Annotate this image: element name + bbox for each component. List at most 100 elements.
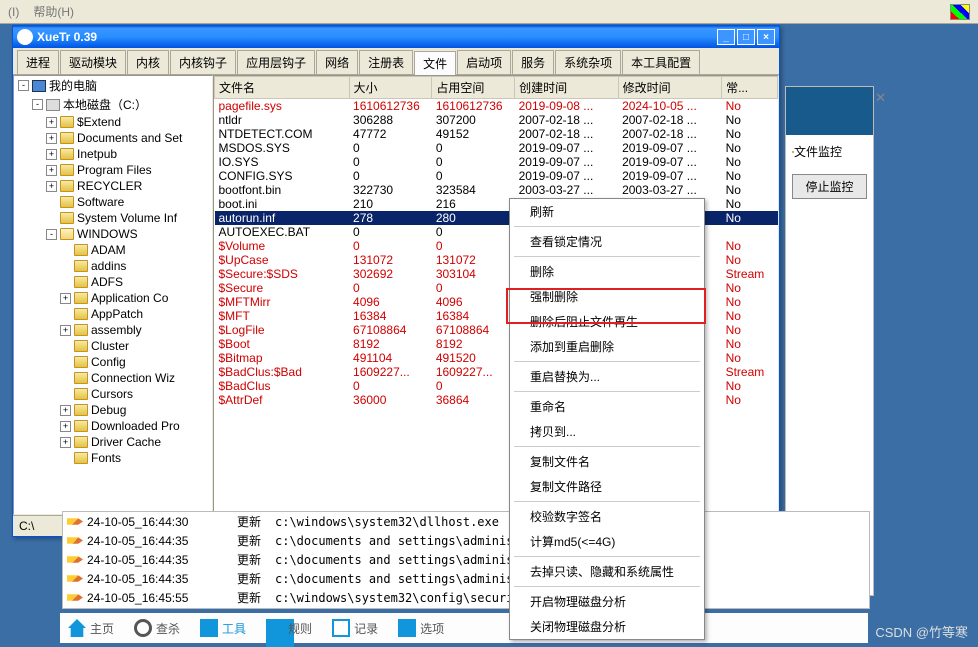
expand-icon[interactable]: +: [46, 165, 57, 176]
nav-opt[interactable]: 选项: [398, 619, 444, 637]
titlebar[interactable]: XueTr 0.39 _ □ ×: [13, 26, 779, 48]
tab-启动项[interactable]: 启动项: [457, 50, 511, 74]
tree-item[interactable]: +Application Co: [14, 290, 212, 306]
menu-item[interactable]: 去掉只读、隐藏和系统属性: [510, 559, 704, 584]
log-row[interactable]: 24-10-05_16:44:30更新c:\windows\system32\d…: [63, 512, 869, 531]
nav-log[interactable]: 记录: [332, 619, 378, 637]
expand-icon[interactable]: [60, 373, 71, 384]
tree-item[interactable]: +assembly: [14, 322, 212, 338]
expand-icon[interactable]: [60, 389, 71, 400]
table-row[interactable]: ntldr3062883072002007-02-18 ...2007-02-1…: [215, 113, 778, 127]
tree-item[interactable]: ADFS: [14, 274, 212, 290]
tree-item[interactable]: Cluster: [14, 338, 212, 354]
column-header[interactable]: 常...: [722, 77, 778, 99]
expand-icon[interactable]: +: [60, 405, 71, 416]
menu-item[interactable]: 添加到重启删除: [510, 334, 704, 359]
tree-item[interactable]: -本地磁盘（C:）: [14, 95, 212, 114]
menu-item[interactable]: (I): [8, 5, 19, 19]
menu-item[interactable]: 校验数字签名: [510, 504, 704, 529]
tab-内核钩子[interactable]: 内核钩子: [170, 50, 236, 74]
table-row[interactable]: MSDOS.SYS002019-09-07 ...2019-09-07 ...N…: [215, 141, 778, 155]
tree-panel[interactable]: -我的电脑-本地磁盘（C:）+$Extend+Documents and Set…: [13, 75, 213, 515]
tree-item[interactable]: +Inetpub: [14, 146, 212, 162]
tree-item[interactable]: Software: [14, 194, 212, 210]
log-row[interactable]: 24-10-05_16:44:35更新c:\documents and sett…: [63, 531, 869, 550]
column-header[interactable]: 占用空间: [432, 77, 515, 99]
expand-icon[interactable]: +: [46, 181, 57, 192]
menu-item[interactable]: 开启物理磁盘分析: [510, 589, 704, 614]
expand-icon[interactable]: -: [18, 80, 29, 91]
expand-icon[interactable]: -: [46, 229, 57, 240]
tree-item[interactable]: addins: [14, 258, 212, 274]
menu-item[interactable]: 计算md5(<=4G): [510, 529, 704, 554]
tree-item[interactable]: Fonts: [14, 450, 212, 466]
tab-驱动模块[interactable]: 驱动模块: [60, 50, 126, 74]
tab-网络[interactable]: 网络: [316, 50, 358, 74]
tree-item[interactable]: Connection Wiz: [14, 370, 212, 386]
nav-home[interactable]: 主页: [68, 619, 114, 637]
tree-item[interactable]: +Program Files: [14, 162, 212, 178]
tab-本工具配置[interactable]: 本工具配置: [622, 50, 700, 74]
tree-item[interactable]: -WINDOWS: [14, 226, 212, 242]
tree-item[interactable]: +Driver Cache: [14, 434, 212, 450]
menu-item[interactable]: 刷新: [510, 199, 704, 224]
expand-icon[interactable]: [60, 453, 71, 464]
close-button[interactable]: ×: [757, 29, 775, 45]
menu-item[interactable]: 复制文件路径: [510, 474, 704, 499]
tree-item[interactable]: AppPatch: [14, 306, 212, 322]
tab-注册表[interactable]: 注册表: [359, 50, 413, 74]
expand-icon[interactable]: -: [32, 99, 43, 110]
tab-进程[interactable]: 进程: [17, 50, 59, 74]
menu-item[interactable]: 帮助(H): [33, 3, 74, 20]
tab-文件[interactable]: 文件: [414, 51, 456, 75]
menu-item[interactable]: 删除: [510, 259, 704, 284]
stop-monitor-button[interactable]: 停止监控: [792, 174, 867, 199]
log-row[interactable]: 24-10-05_16:45:55更新c:\windows\system32\c…: [63, 588, 869, 607]
tree-item[interactable]: ADAM: [14, 242, 212, 258]
table-row[interactable]: CONFIG.SYS002019-09-07 ...2019-09-07 ...…: [215, 169, 778, 183]
log-panel[interactable]: 24-10-05_16:44:30更新c:\windows\system32\d…: [62, 511, 870, 609]
tree-item[interactable]: +Debug: [14, 402, 212, 418]
tree-item[interactable]: Config: [14, 354, 212, 370]
expand-icon[interactable]: [60, 245, 71, 256]
menu-item[interactable]: 重命名: [510, 394, 704, 419]
nav-tool[interactable]: 工具: [200, 619, 246, 637]
menu-item[interactable]: 强制删除: [510, 284, 704, 309]
column-header[interactable]: 创建时间: [515, 77, 618, 99]
column-header[interactable]: 大小: [349, 77, 432, 99]
tab-内核[interactable]: 内核: [127, 50, 169, 74]
expand-icon[interactable]: +: [46, 133, 57, 144]
tree-item[interactable]: -我的电脑: [14, 76, 212, 95]
expand-icon[interactable]: [60, 309, 71, 320]
expand-icon[interactable]: [46, 213, 57, 224]
tree-item[interactable]: +Downloaded Pro: [14, 418, 212, 434]
tab-应用层钩子[interactable]: 应用层钩子: [237, 50, 315, 74]
expand-icon[interactable]: [60, 341, 71, 352]
expand-icon[interactable]: +: [46, 117, 57, 128]
menu-item[interactable]: 查看锁定情况: [510, 229, 704, 254]
log-row[interactable]: 24-10-05_16:44:35更新c:\documents and sett…: [63, 569, 869, 588]
expand-icon[interactable]: [60, 277, 71, 288]
table-row[interactable]: pagefile.sys161061273616106127362019-09-…: [215, 99, 778, 114]
expand-icon[interactable]: +: [46, 149, 57, 160]
column-header[interactable]: 文件名: [215, 77, 350, 99]
expand-icon[interactable]: [60, 261, 71, 272]
expand-icon[interactable]: +: [60, 325, 71, 336]
maximize-button[interactable]: □: [737, 29, 755, 45]
table-row[interactable]: IO.SYS002019-09-07 ...2019-09-07 ...No: [215, 155, 778, 169]
log-row[interactable]: 24-10-05_16:44:35更新c:\documents and sett…: [63, 550, 869, 569]
menu-item[interactable]: 复制文件名: [510, 449, 704, 474]
table-row[interactable]: NTDETECT.COM47772491522007-02-18 ...2007…: [215, 127, 778, 141]
expand-icon[interactable]: [46, 197, 57, 208]
minimize-button[interactable]: _: [717, 29, 735, 45]
menu-item[interactable]: 删除后阻止文件再生: [510, 309, 704, 334]
nav-search[interactable]: 查杀: [134, 619, 180, 637]
nav-rule[interactable]: 规则: [266, 619, 312, 637]
tree-item[interactable]: System Volume Inf: [14, 210, 212, 226]
tree-item[interactable]: Cursors: [14, 386, 212, 402]
tree-item[interactable]: +Documents and Set: [14, 130, 212, 146]
menu-item[interactable]: 重启替换为...: [510, 364, 704, 389]
table-row[interactable]: bootfont.bin3227303235842003-03-27 ...20…: [215, 183, 778, 197]
menu-item[interactable]: 关闭物理磁盘分析: [510, 614, 704, 639]
tab-服务[interactable]: 服务: [512, 50, 554, 74]
